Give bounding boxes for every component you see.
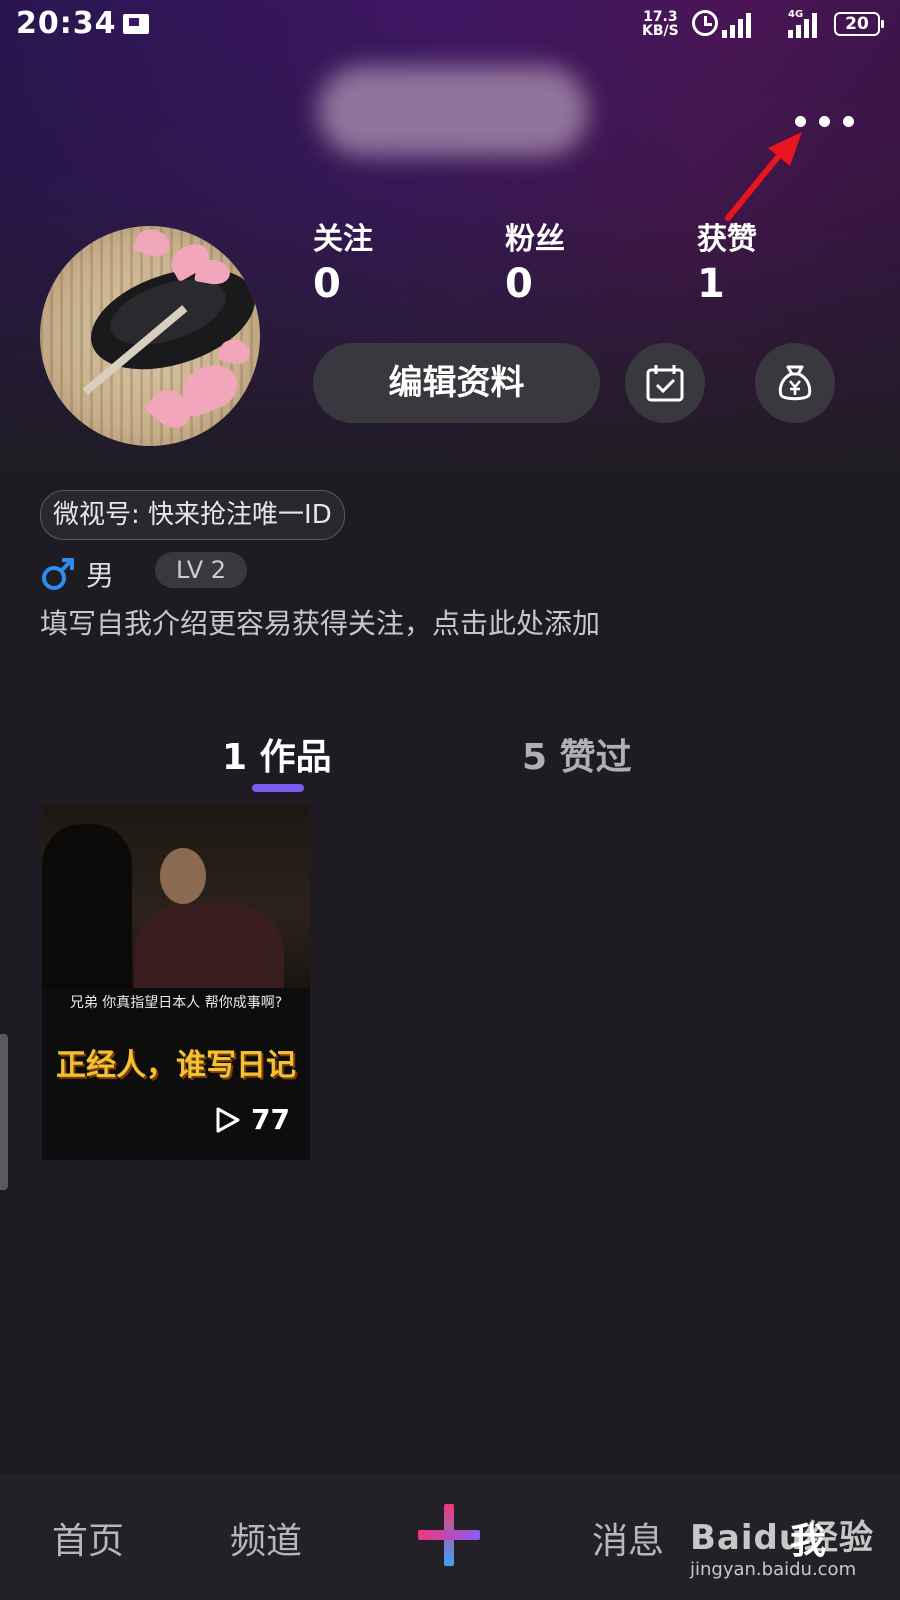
more-dot-icon [795, 115, 806, 127]
stat-value: 0 [505, 261, 533, 307]
stat-value: 1 [697, 261, 725, 307]
side-drawer-handle[interactable] [0, 1034, 8, 1190]
stat-label: 获赞 [697, 222, 757, 257]
gender-label: 男 [86, 559, 115, 592]
stat-followers[interactable]: 粉丝 0 [505, 222, 565, 310]
checkin-button[interactable] [625, 343, 705, 423]
annotation-arrow-icon [725, 132, 802, 221]
stat-following[interactable]: 关注 0 [313, 222, 373, 310]
play-icon [216, 1107, 240, 1132]
baidu-watermark: Baidu经验 jingyan.baidu.com [690, 1510, 890, 1590]
stat-label: 关注 [313, 222, 373, 257]
more-dot-icon [843, 115, 854, 127]
watermark-url: jingyan.baidu.com [690, 1559, 857, 1580]
battery-icon: 20 [834, 12, 884, 36]
battery-level: 20 [845, 14, 869, 34]
weishi-id-badge[interactable]: 微视号: 快来抢注唯一ID [40, 490, 345, 540]
network-speed-value: 17.3 [643, 9, 678, 25]
alarm-icon [692, 10, 718, 36]
tab-liked[interactable]: 5 赞过 [522, 728, 632, 780]
status-time: 20:34 [16, 6, 117, 41]
video-views: 77 [215, 1103, 290, 1136]
username-blurred [318, 66, 588, 156]
signal-icon [722, 12, 751, 38]
stat-likes[interactable]: 获赞 1 [697, 222, 757, 310]
nav-channel[interactable]: 频道 [230, 1512, 302, 1564]
calendar-check-icon [646, 365, 684, 402]
stat-label: 粉丝 [505, 222, 565, 257]
create-plus-icon[interactable] [416, 1502, 482, 1568]
watermark-logo: Baidu经验 [690, 1518, 875, 1558]
video-caption-top: 兄弟 你真指望日本人 帮你成事啊? [69, 995, 283, 1011]
tab-indicator [252, 784, 304, 792]
network-speed-unit: KB/S [642, 23, 679, 39]
video-thumbnail[interactable]: 兄弟 你真指望日本人 帮你成事啊? 正经人，谁写日记 77 [42, 804, 310, 1160]
network-speed: 17.3 KB/S [642, 10, 679, 38]
status-bar: 20:34 17.3 KB/S 4G 20 [0, 0, 900, 52]
nav-messages[interactable]: 消息 [592, 1512, 664, 1564]
nav-home[interactable]: 首页 [52, 1512, 124, 1564]
video-caption-main: 正经人，谁写日记 [56, 1048, 296, 1083]
tab-works[interactable]: 1 作品 [222, 728, 332, 780]
level-badge: LV 2 [155, 552, 247, 588]
notification-icon [123, 14, 149, 34]
male-icon [42, 558, 74, 590]
wallet-button[interactable] [755, 343, 835, 423]
signal-4g-icon [788, 12, 817, 38]
video-view-count: 77 [251, 1103, 290, 1136]
edit-profile-button[interactable]: 编辑资料 [313, 343, 600, 423]
avatar[interactable] [40, 226, 260, 446]
more-dot-icon [819, 115, 830, 127]
bio-placeholder[interactable]: 填写自我介绍更容易获得关注，点击此处添加 [40, 602, 600, 642]
stat-value: 0 [313, 261, 341, 307]
money-bag-icon [778, 365, 812, 401]
